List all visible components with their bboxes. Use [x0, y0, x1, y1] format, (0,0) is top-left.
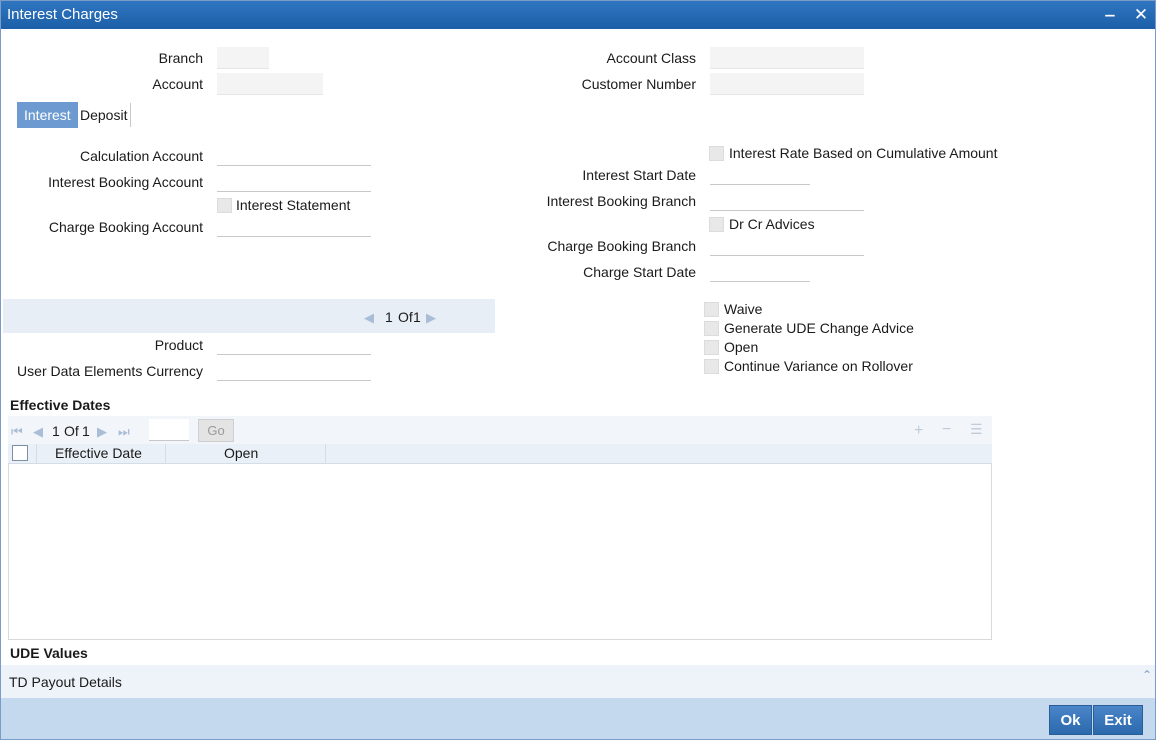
- ude-currency-label: User Data Elements Currency: [17, 363, 203, 379]
- account-field[interactable]: [217, 73, 323, 95]
- interest-booking-account-field[interactable]: [217, 170, 371, 192]
- waive-label: Waive: [724, 301, 763, 317]
- go-button[interactable]: Go: [198, 419, 234, 442]
- tab-divider: [130, 103, 131, 127]
- grid-pager-total: 1: [82, 423, 90, 439]
- ude-currency-field[interactable]: [217, 359, 371, 381]
- product-pager-current: 1: [385, 309, 393, 325]
- branch-label: Branch: [158, 50, 203, 66]
- account-label: Account: [152, 76, 203, 92]
- branch-field[interactable]: [217, 47, 269, 69]
- effective-dates-title: Effective Dates: [10, 397, 111, 413]
- interest-start-date-field[interactable]: [710, 163, 810, 185]
- list-icon[interactable]: ☰: [970, 421, 983, 438]
- column-header-effective-date[interactable]: Effective Date: [55, 445, 142, 461]
- column-header-open[interactable]: Open: [224, 445, 258, 461]
- minus-icon[interactable]: −: [942, 421, 951, 439]
- interest-booking-branch-label: Interest Booking Branch: [546, 193, 696, 209]
- product-label: Product: [154, 337, 203, 353]
- product-field[interactable]: [217, 333, 371, 355]
- effective-dates-grid-body: [8, 464, 992, 640]
- td-payout-bar[interactable]: [1, 665, 1155, 698]
- interest-rate-cumulative-checkbox[interactable]: [709, 146, 724, 161]
- waive-checkbox[interactable]: [704, 302, 719, 317]
- interest-booking-branch-field[interactable]: [710, 189, 864, 211]
- grid-page-input[interactable]: [149, 419, 189, 441]
- next-page-icon[interactable]: ▶: [97, 424, 107, 440]
- window-title: Interest Charges: [7, 6, 118, 23]
- effective-dates-header: [8, 444, 992, 464]
- close-icon[interactable]: ✕: [1130, 1, 1152, 29]
- grid-pager-of: Of: [64, 423, 79, 439]
- exit-button[interactable]: Exit: [1093, 705, 1143, 735]
- charge-start-date-label: Charge Start Date: [583, 264, 696, 280]
- title-bar: Interest Charges: [1, 1, 1155, 29]
- interest-statement-label: Interest Statement: [236, 197, 351, 213]
- calculation-account-field[interactable]: [217, 144, 371, 166]
- first-page-icon[interactable]: ⏮: [11, 424, 23, 440]
- product-pager-bar: [3, 299, 495, 333]
- plus-icon[interactable]: +: [914, 422, 923, 440]
- td-payout-label[interactable]: TD Payout Details: [9, 674, 122, 690]
- column-divider: [325, 444, 326, 464]
- next-page-icon[interactable]: ▶: [426, 310, 436, 326]
- charge-booking-branch-field[interactable]: [710, 234, 864, 256]
- interest-charges-window: Interest Charges ‒ ✕ Branch Account Acco…: [0, 0, 1156, 740]
- charge-booking-account-label: Charge Booking Account: [48, 219, 203, 235]
- column-divider: [165, 444, 166, 464]
- ok-button[interactable]: Ok: [1049, 705, 1092, 735]
- generate-ude-checkbox[interactable]: [704, 321, 719, 336]
- prev-page-icon[interactable]: ◀: [33, 424, 43, 440]
- tab-interest[interactable]: Interest: [17, 102, 78, 128]
- calculation-account-label: Calculation Account: [80, 148, 203, 164]
- select-all-checkbox[interactable]: [12, 445, 28, 461]
- open-checkbox[interactable]: [704, 340, 719, 355]
- charge-booking-account-field[interactable]: [217, 215, 371, 237]
- customer-number-field[interactable]: [710, 73, 864, 95]
- interest-booking-account-label: Interest Booking Account: [48, 174, 203, 190]
- grid-pager-current: 1: [52, 423, 60, 439]
- product-pager-of: Of: [398, 309, 413, 325]
- charge-booking-branch-label: Charge Booking Branch: [547, 238, 696, 254]
- account-class-label: Account Class: [606, 50, 696, 66]
- charge-start-date-field[interactable]: [710, 260, 810, 282]
- minimize-icon[interactable]: ‒: [1099, 1, 1121, 29]
- continue-variance-checkbox[interactable]: [704, 359, 719, 374]
- prev-page-icon[interactable]: ◀: [364, 310, 374, 326]
- interest-statement-checkbox[interactable]: [217, 198, 232, 213]
- product-pager-total: 1: [413, 309, 421, 325]
- last-page-icon[interactable]: ⏭: [118, 424, 130, 440]
- generate-ude-label: Generate UDE Change Advice: [724, 320, 914, 336]
- account-class-field[interactable]: [710, 47, 864, 69]
- dr-cr-advices-label: Dr Cr Advices: [729, 216, 815, 232]
- dr-cr-advices-checkbox[interactable]: [709, 217, 724, 232]
- interest-rate-cumulative-label: Interest Rate Based on Cumulative Amount: [729, 145, 998, 161]
- ude-values-title: UDE Values: [10, 645, 88, 661]
- tab-deposit[interactable]: Deposit: [73, 102, 134, 128]
- column-divider: [36, 444, 37, 464]
- open-label: Open: [724, 339, 759, 355]
- chevron-up-icon[interactable]: ⌃: [1142, 668, 1152, 682]
- continue-variance-label: Continue Variance on Rollover: [724, 358, 913, 374]
- interest-start-date-label: Interest Start Date: [582, 167, 696, 183]
- customer-number-label: Customer Number: [581, 76, 696, 92]
- footer-bar: [1, 698, 1155, 739]
